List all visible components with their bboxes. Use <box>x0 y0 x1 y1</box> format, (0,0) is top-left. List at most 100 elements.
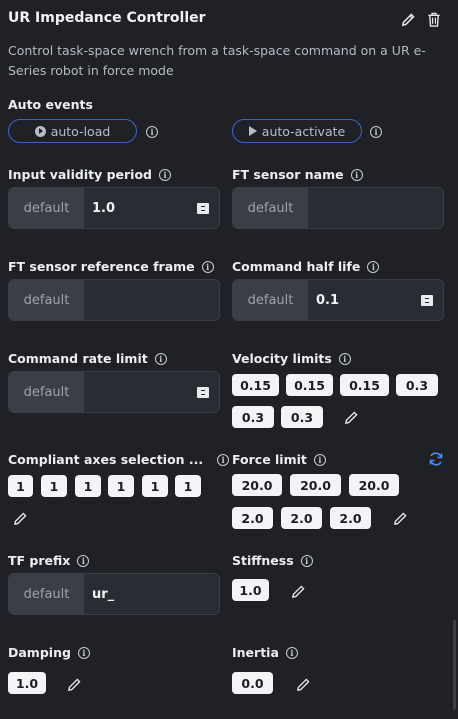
default-toggle[interactable]: default <box>233 280 308 320</box>
velocity-limits-label: Velocity limits i <box>232 351 351 366</box>
command-rate-limit-field[interactable]: default <box>8 371 220 413</box>
info-icon[interactable]: i <box>367 260 380 273</box>
label-text: Inertia <box>232 645 279 660</box>
command-half-life-label: Command half life i <box>232 259 380 274</box>
page-title: UR Impedance Controller <box>8 10 206 26</box>
info-icon[interactable]: i <box>154 352 167 365</box>
default-toggle[interactable]: default <box>9 372 84 412</box>
stepper-icon[interactable] <box>197 387 209 398</box>
info-icon[interactable]: i <box>313 453 326 466</box>
play-icon <box>248 126 257 136</box>
command-half-life-input[interactable]: 0.1 <box>308 280 443 320</box>
info-icon[interactable]: i <box>370 126 382 138</box>
info-icon[interactable]: i <box>159 168 171 181</box>
command-rate-limit-label: Command rate limit i <box>8 351 167 366</box>
compliant-axis-chip[interactable]: 1 <box>108 475 134 497</box>
velocity-limit-chip[interactable]: 0.15 <box>286 374 333 396</box>
auto-activate-button[interactable]: auto-activate <box>232 119 362 143</box>
controller-panel: UR Impedance Controller Control task-spa… <box>0 0 458 719</box>
label-text: TF prefix <box>8 553 71 568</box>
ft-sensor-name-field[interactable]: default <box>232 187 444 229</box>
info-icon[interactable]: i <box>146 126 158 138</box>
velocity-limit-chip[interactable]: 0.15 <box>340 374 389 396</box>
default-toggle[interactable]: default <box>9 188 84 228</box>
default-toggle[interactable]: default <box>233 188 308 228</box>
play-circle-icon <box>34 125 46 137</box>
stiffness-label: Stiffness i <box>232 553 313 568</box>
inertia-chip[interactable]: 0.0 <box>232 672 273 694</box>
compliant-axis-chip[interactable]: 1 <box>175 475 201 497</box>
stiffness-chip[interactable]: 1.0 <box>232 579 269 601</box>
scrollbar-thumb[interactable] <box>453 620 456 710</box>
command-rate-limit-input[interactable] <box>84 372 219 412</box>
pencil-icon[interactable] <box>11 509 29 527</box>
velocity-limit-chip[interactable]: 0.15 <box>232 374 279 396</box>
edit-icon[interactable] <box>399 10 417 28</box>
ft-sensor-reference-frame-input[interactable] <box>84 280 219 320</box>
info-icon[interactable]: i <box>201 260 214 273</box>
ft-sensor-reference-frame-field[interactable]: default <box>8 279 220 321</box>
trash-icon[interactable] <box>425 10 443 28</box>
pencil-icon[interactable] <box>294 675 312 693</box>
refresh-icon[interactable] <box>427 450 445 468</box>
force-limit-chip[interactable]: 2.0 <box>330 507 371 529</box>
info-icon[interactable]: i <box>300 554 313 567</box>
auto-load-label: auto-load <box>50 123 111 139</box>
force-limit-chip[interactable]: 2.0 <box>281 507 322 529</box>
pencil-icon[interactable] <box>342 408 360 426</box>
stepper-icon[interactable] <box>197 203 209 214</box>
ft-sensor-name-input[interactable] <box>308 188 443 228</box>
pencil-icon[interactable] <box>65 675 83 693</box>
compliant-axis-chip[interactable]: 1 <box>8 475 33 497</box>
inertia-label: Inertia i <box>232 645 298 660</box>
default-toggle[interactable]: default <box>9 280 84 320</box>
pencil-icon[interactable] <box>289 582 307 600</box>
label-text: Force limit <box>232 452 307 467</box>
force-limit-label: Force limit i <box>232 452 326 467</box>
info-icon[interactable]: i <box>77 554 90 567</box>
info-icon[interactable]: i <box>77 646 90 659</box>
page-description: Control task-space wrench from a task-sp… <box>8 43 426 78</box>
auto-activate-label: auto-activate <box>261 123 346 139</box>
label-text: Velocity limits <box>232 351 332 366</box>
label-text: Command half life <box>232 259 361 274</box>
compliant-axis-chip[interactable]: 1 <box>142 475 168 497</box>
force-limit-chip[interactable]: 20.0 <box>232 474 282 496</box>
velocity-limit-chip[interactable]: 0.3 <box>396 374 438 396</box>
force-limit-chip[interactable]: 20.0 <box>290 474 341 496</box>
info-icon[interactable]: i <box>350 168 363 181</box>
command-half-life-field[interactable]: default 0.1 <box>232 279 444 321</box>
info-icon[interactable]: i <box>285 646 298 659</box>
field-value: 1.0 <box>92 200 116 216</box>
label-text: Compliant axes selection ... <box>8 452 204 467</box>
info-icon[interactable]: i <box>217 453 230 466</box>
input-validity-period-label: Input validity period i <box>8 167 171 182</box>
force-limit-chip[interactable]: 20.0 <box>349 474 399 496</box>
label-text: Command rate limit <box>8 351 148 366</box>
input-validity-period-input[interactable]: 1.0 <box>84 188 219 228</box>
tf-prefix-input[interactable]: ur_ <box>84 574 219 614</box>
label-text: FT sensor reference frame <box>8 259 195 274</box>
input-validity-period-field[interactable]: default 1.0 <box>8 187 220 229</box>
compliant-axis-chip[interactable]: 1 <box>75 475 101 497</box>
damping-chip[interactable]: 1.0 <box>8 672 46 694</box>
ft-sensor-name-label: FT sensor name i <box>232 167 363 182</box>
default-toggle[interactable]: default <box>9 574 84 614</box>
auto-load-button[interactable]: auto-load <box>8 119 137 143</box>
damping-label: Damping i <box>8 645 90 660</box>
velocity-limit-chip[interactable]: 0.3 <box>281 406 323 428</box>
tf-prefix-field[interactable]: default ur_ <box>8 573 220 615</box>
auto-events-label: Auto events <box>8 97 93 112</box>
compliant-axis-chip[interactable]: 1 <box>41 475 67 497</box>
info-icon[interactable]: i <box>338 352 351 365</box>
stepper-icon[interactable] <box>421 295 433 306</box>
field-value: 0.1 <box>316 292 340 308</box>
force-limit-chip[interactable]: 2.0 <box>232 507 273 529</box>
tf-prefix-label: TF prefix i <box>8 553 90 568</box>
label-text: Input validity period <box>8 167 152 182</box>
compliant-axes-label: Compliant axes selection ... i <box>8 452 230 467</box>
ft-sensor-reference-frame-label: FT sensor reference frame i <box>8 259 214 274</box>
velocity-limit-chip[interactable]: 0.3 <box>232 406 274 428</box>
pencil-icon[interactable] <box>391 509 409 527</box>
label-text: Damping <box>8 645 71 660</box>
